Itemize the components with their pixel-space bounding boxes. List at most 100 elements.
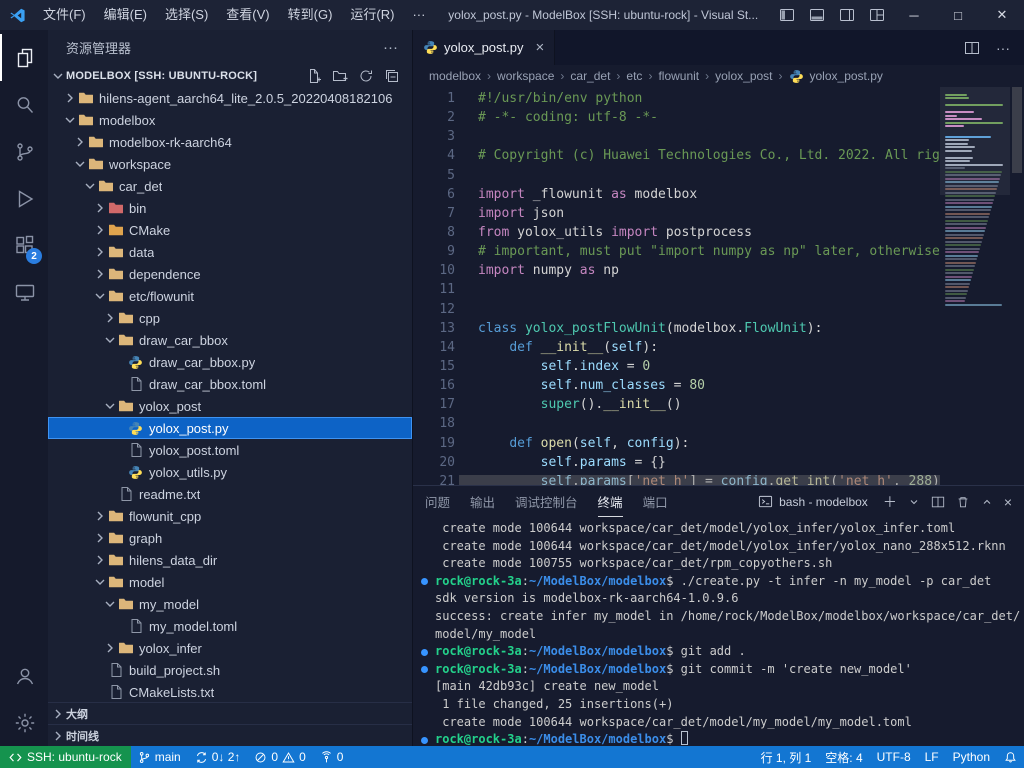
menu-item-0[interactable]: 文件(F): [34, 0, 95, 30]
cursor-position[interactable]: 行 1, 列 1: [754, 746, 819, 768]
tree-item-draw_car_bbox.toml[interactable]: draw_car_bbox.toml: [48, 373, 412, 395]
refresh-icon[interactable]: [358, 68, 374, 84]
menu-item-5[interactable]: 运行(R): [341, 0, 403, 30]
tree-item-model[interactable]: model: [48, 571, 412, 593]
extensions-icon[interactable]: 2: [0, 222, 48, 269]
tree-item-build_project.sh[interactable]: build_project.sh: [48, 659, 412, 681]
tree-item-draw_car_bbox.py[interactable]: draw_car_bbox.py: [48, 351, 412, 373]
tree-item-etc/flowunit[interactable]: etc/flowunit: [48, 285, 412, 307]
tree-item-yolox_post[interactable]: yolox_post: [48, 395, 412, 417]
tree-item-modelbox-rk-aarch64[interactable]: modelbox-rk-aarch64: [48, 131, 412, 153]
minimize-button[interactable]: ─: [892, 0, 936, 30]
tree-item-bin[interactable]: bin: [48, 197, 412, 219]
tree-item-hilens-agent_aarch64_lite_2.0.5_20220408182106[interactable]: hilens-agent_aarch64_lite_2.0.5_20220408…: [48, 87, 412, 109]
menu-item-1[interactable]: 编辑(E): [95, 0, 156, 30]
section-大纲[interactable]: 大纲: [48, 702, 412, 724]
tree-item-draw_car_bbox[interactable]: draw_car_bbox: [48, 329, 412, 351]
code-editor[interactable]: 1#!/usr/bin/env python2# -*- coding: utf…: [413, 87, 1024, 485]
run-debug-icon[interactable]: [0, 175, 48, 222]
tab-close-icon[interactable]: ×: [536, 40, 545, 55]
toggle-sidebar-icon[interactable]: [772, 0, 802, 30]
breadcrumb-item-yolox_post.py[interactable]: yolox_post.py: [810, 69, 883, 83]
minimap[interactable]: [940, 87, 1010, 485]
indentation-indicator[interactable]: 空格: 4: [818, 746, 869, 768]
kill-terminal-icon[interactable]: [956, 495, 970, 509]
tree-item-my_model[interactable]: my_model: [48, 593, 412, 615]
encoding-indicator[interactable]: UTF-8: [870, 746, 918, 768]
command-decoration-icon[interactable]: [421, 737, 428, 744]
code-line-content[interactable]: class yolox_postFlowUnit(modelbox.FlowUn…: [459, 319, 822, 338]
code-line-content[interactable]: def __init__(self):: [459, 338, 658, 357]
tab-yolox-post-py[interactable]: yolox_post.py ×: [413, 30, 555, 65]
menu-item-2[interactable]: 选择(S): [156, 0, 217, 30]
close-button[interactable]: ✕: [980, 0, 1024, 30]
tree-item-cpp[interactable]: cpp: [48, 307, 412, 329]
tree-item-yolox_post.toml[interactable]: yolox_post.toml: [48, 439, 412, 461]
tree-item-yolox_infer[interactable]: yolox_infer: [48, 637, 412, 659]
tree-item-readme.txt[interactable]: readme.txt: [48, 483, 412, 505]
panel-tab-端口[interactable]: 端口: [643, 486, 668, 517]
maximize-button[interactable]: □: [936, 0, 980, 30]
menu-item-3[interactable]: 查看(V): [217, 0, 278, 30]
tree-item-car_det[interactable]: car_det: [48, 175, 412, 197]
close-panel-icon[interactable]: ×: [1004, 495, 1012, 509]
explorer-icon[interactable]: [0, 34, 48, 81]
tree-item-hilens_data_dir[interactable]: hilens_data_dir: [48, 549, 412, 571]
toggle-secondary-sidebar-icon[interactable]: [832, 0, 862, 30]
code-line-content[interactable]: def open(self, config):: [459, 434, 689, 453]
code-line-content[interactable]: [459, 414, 478, 433]
search-icon[interactable]: [0, 81, 48, 128]
remote-explorer-icon[interactable]: [0, 269, 48, 316]
menu-item-4[interactable]: 转到(G): [279, 0, 342, 30]
vertical-scrollbar[interactable]: [1012, 87, 1022, 173]
code-line-content[interactable]: super().__init__(): [459, 395, 682, 414]
code-line-content[interactable]: self.num_classes = 80: [459, 376, 705, 395]
tree-item-dependence[interactable]: dependence: [48, 263, 412, 285]
tree-item-flowunit_cpp[interactable]: flowunit_cpp: [48, 505, 412, 527]
panel-tab-终端[interactable]: 终端: [598, 486, 623, 517]
code-line-content[interactable]: import _flowunit as modelbox: [459, 185, 697, 204]
section-时间线[interactable]: 时间线: [48, 724, 412, 746]
code-line-content[interactable]: self.index = 0: [459, 357, 650, 376]
code-line-content[interactable]: from yolox_utils import postprocess: [459, 223, 752, 242]
collapse-all-icon[interactable]: [384, 68, 400, 84]
code-line-content[interactable]: [459, 127, 478, 146]
command-decoration-icon[interactable]: [421, 649, 428, 656]
account-icon[interactable]: [0, 652, 48, 699]
breadcrumb-item-modelbox[interactable]: modelbox: [429, 69, 481, 83]
panel-tab-问题[interactable]: 问题: [425, 486, 450, 517]
maximize-panel-icon[interactable]: [981, 496, 993, 508]
new-terminal-icon[interactable]: ＋: [883, 495, 897, 509]
branch-indicator[interactable]: main: [131, 746, 188, 768]
problems-indicator[interactable]: 0 0: [247, 746, 312, 768]
tree-item-CMake[interactable]: CMake: [48, 219, 412, 241]
code-line-content[interactable]: # -*- coding: utf-8 -*-: [459, 108, 658, 127]
tree-item-CMakeLists.txt[interactable]: CMakeLists.txt: [48, 681, 412, 702]
remote-indicator[interactable]: SSH: ubuntu-rock: [0, 746, 131, 768]
command-decoration-icon[interactable]: [421, 578, 428, 585]
breadcrumb-item-workspace[interactable]: workspace: [497, 69, 554, 83]
panel-tab-输出[interactable]: 输出: [470, 486, 495, 517]
terminal-select[interactable]: bash - modelbox: [758, 494, 868, 509]
settings-gear-icon[interactable]: [0, 699, 48, 746]
eol-indicator[interactable]: LF: [918, 746, 946, 768]
code-line-content[interactable]: [459, 300, 478, 319]
new-folder-icon[interactable]: [332, 68, 348, 84]
code-line-content[interactable]: [459, 280, 478, 299]
tree-item-data[interactable]: data: [48, 241, 412, 263]
new-file-icon[interactable]: [306, 68, 322, 84]
terminal-dropdown-icon[interactable]: [908, 496, 920, 508]
command-decoration-icon[interactable]: [421, 666, 428, 673]
code-line-content[interactable]: self.params = {}: [459, 453, 666, 472]
breadcrumb-item-etc[interactable]: etc: [626, 69, 642, 83]
breadcrumb-item-flowunit[interactable]: flowunit: [658, 69, 699, 83]
split-editor-icon[interactable]: [964, 40, 980, 56]
notifications-bell-icon[interactable]: [997, 746, 1024, 768]
horizontal-scrollbar[interactable]: [459, 475, 940, 485]
more-actions-icon[interactable]: ···: [383, 39, 398, 56]
toggle-panel-icon[interactable]: [802, 0, 832, 30]
tree-item-graph[interactable]: graph: [48, 527, 412, 549]
breadcrumb-item-yolox_post[interactable]: yolox_post: [715, 69, 772, 83]
code-line-content[interactable]: import json: [459, 204, 564, 223]
code-line-content[interactable]: # Copyright (c) Huawei Technologies Co.,…: [459, 146, 940, 165]
